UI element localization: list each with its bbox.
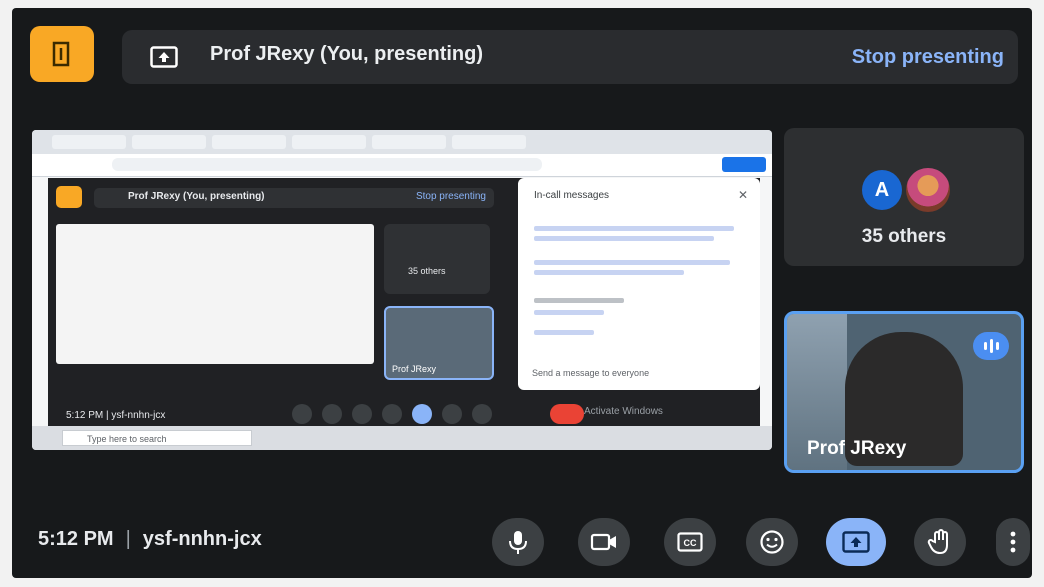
browser-tab xyxy=(452,135,526,149)
chat-link-line xyxy=(534,330,594,335)
browser-tab xyxy=(212,135,286,149)
avatar: A xyxy=(862,170,902,210)
present-button[interactable] xyxy=(826,518,886,566)
inner-presenting-bar: Prof JRexy (You, presenting) Stop presen… xyxy=(94,188,494,208)
inner-self-label: Prof JRexy xyxy=(392,364,437,374)
chat-input-placeholder: Send a message to everyone xyxy=(532,368,650,378)
meeting-info: 5:12 PM | ysf-nnhn-jcx xyxy=(38,528,262,551)
hand-icon xyxy=(927,529,948,555)
captions-button[interactable]: CC xyxy=(664,518,716,566)
inner-others-tile: 35 others xyxy=(384,224,490,294)
meeting-time: 5:12 PM xyxy=(38,528,114,550)
inner-hand-icon xyxy=(442,404,462,424)
self-video-tile[interactable]: Prof JRexy xyxy=(784,311,1024,473)
door-icon xyxy=(52,41,70,67)
windows-taskbar: Type here to search xyxy=(32,426,772,450)
avatar-photo xyxy=(906,168,950,212)
in-call-messages-panel: In-call messages ✕ Send a message to eve… xyxy=(518,178,760,390)
browser-tab-strip xyxy=(32,130,772,154)
chat-title: In-call messages xyxy=(534,190,610,201)
chat-link-line xyxy=(534,260,730,265)
door-exit-button[interactable] xyxy=(30,26,94,82)
mic-icon xyxy=(509,531,527,554)
browser-tab xyxy=(372,135,446,149)
activate-windows-text: Activate Windows xyxy=(584,406,663,417)
separator: | xyxy=(125,528,131,550)
others-count-label: 35 others xyxy=(861,226,947,247)
inner-door-icon xyxy=(56,186,82,208)
chat-text-line xyxy=(534,236,714,241)
inner-captions-icon xyxy=(352,404,372,424)
inner-meet-view: Prof JRexy (You, presenting) Stop presen… xyxy=(48,178,760,438)
inner-present-icon xyxy=(412,404,432,424)
meet-window: Prof JRexy (You, presenting) Stop presen… xyxy=(12,8,1032,578)
browser-tab xyxy=(292,135,366,149)
browser-address-bar xyxy=(32,154,772,177)
self-name-label: Prof JRexy xyxy=(807,438,907,459)
captions-icon: CC xyxy=(677,532,703,552)
chat-link-line xyxy=(534,310,604,315)
emoji-icon xyxy=(760,530,784,554)
close-icon: ✕ xyxy=(737,188,748,202)
svg-text:CC: CC xyxy=(684,538,697,548)
chat-text-line xyxy=(534,226,734,231)
inner-shared-screen xyxy=(56,224,374,364)
camera-icon xyxy=(590,533,616,551)
more-options-button[interactable] xyxy=(996,518,1030,566)
inner-camera-icon xyxy=(322,404,342,424)
microphone-button[interactable] xyxy=(492,518,544,566)
speaking-indicator-icon xyxy=(973,332,1009,360)
more-vert-icon xyxy=(1010,531,1016,553)
others-tile[interactable]: A 35 others xyxy=(784,128,1024,266)
inner-presenting-label: Prof JRexy (You, presenting) xyxy=(128,191,265,202)
inner-others-label: 35 others xyxy=(408,266,446,276)
browser-blue-button xyxy=(722,157,766,172)
stop-presenting-button[interactable]: Stop presenting xyxy=(846,45,1010,70)
inner-emoji-icon xyxy=(382,404,402,424)
inner-meeting-info: 5:12 PM | ysf-nnhn-jcx xyxy=(66,410,166,421)
url-field xyxy=(112,158,542,171)
taskbar-search: Type here to search xyxy=(62,430,252,446)
reactions-button[interactable] xyxy=(746,518,798,566)
inner-more-icon xyxy=(472,404,492,424)
inner-self-tile: Prof JRexy xyxy=(384,306,494,380)
inner-stop-label: Stop presenting xyxy=(415,191,486,202)
browser-tab xyxy=(132,135,206,149)
inner-end-call-icon xyxy=(550,404,584,424)
raise-hand-button[interactable] xyxy=(914,518,966,566)
present-screen-icon xyxy=(150,46,178,68)
meeting-code: ysf-nnhn-jcx xyxy=(142,528,262,550)
inner-mic-icon xyxy=(292,404,312,424)
browser-tab xyxy=(52,135,126,149)
camera-button[interactable] xyxy=(578,518,630,566)
shared-screen: Prof JRexy (You, presenting) Stop presen… xyxy=(32,130,772,450)
chat-sender-line xyxy=(534,298,624,303)
present-icon xyxy=(842,531,870,553)
presenting-bar: Prof JRexy (You, presenting) Stop presen… xyxy=(122,30,1018,84)
chat-link-line xyxy=(534,270,684,275)
presenting-label: Prof JRexy (You, presenting) xyxy=(210,43,484,65)
